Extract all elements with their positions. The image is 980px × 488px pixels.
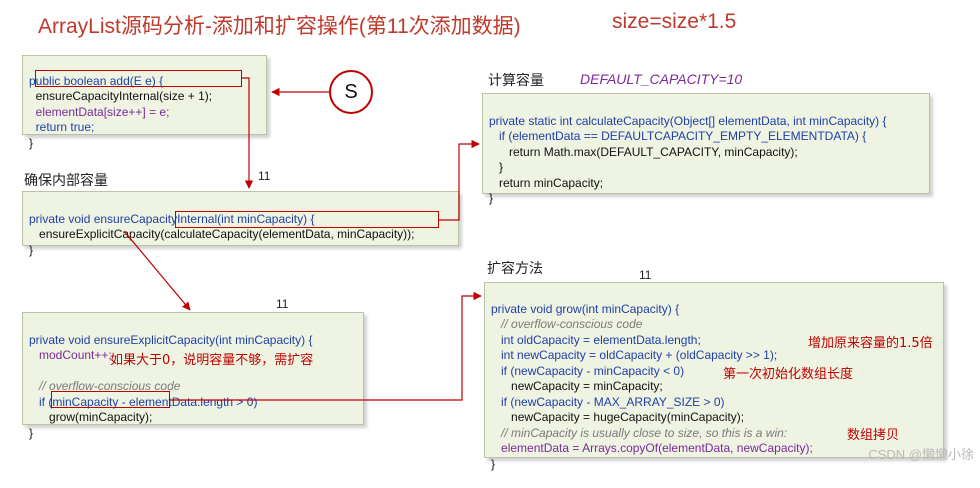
watermark: CSDN @懒懒小徐 bbox=[868, 447, 974, 462]
arrow-explicit-to-grow bbox=[169, 291, 482, 401]
arrow-internal-to-explicit bbox=[123, 230, 191, 311]
connector-arrows bbox=[123, 77, 482, 401]
arrow-add-to-ensure-internal bbox=[242, 77, 254, 189]
arrow-internal-to-calculate bbox=[438, 139, 480, 221]
